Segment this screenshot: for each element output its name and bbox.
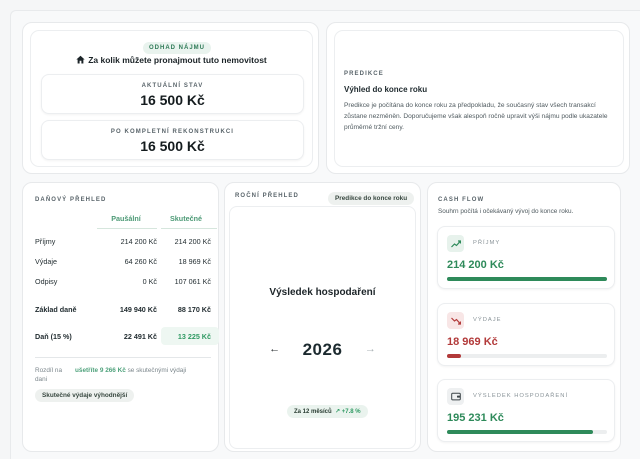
row-flat-value: 64 260 Kč [124,257,157,266]
rental-title: Za kolik můžete pronajmout tuto nemovito… [31,55,312,65]
tax-eyebrow: DAŇOVÝ PŘEHLED [35,197,107,203]
rental-estimate-card: ODHAD NÁJMU Za kolik můžete pronajmout t… [22,22,319,174]
expenses-progress-fill [447,354,462,358]
period-text: Za 12 měsíců [294,409,332,415]
saving-text: ušetříte 9 266 Kč se skutečnými výdaji [75,366,215,375]
annual-overview-card: ROČNÍ PŘEHLED Predikce do konce roku Výs… [224,182,421,452]
rental-title-text: Za kolik můžete pronajmout tuto nemovito… [88,55,267,65]
income-label: PŘÍJMY [473,240,501,246]
saving-rest: se skutečnými výdaji [125,367,187,374]
row-actual-value: 214 200 Kč [174,237,211,246]
row-actual-value: 88 170 Kč [177,305,211,314]
renovated-state-box: PO KOMPLETNÍ REKONSTRUKCI 16 500 Kč [41,120,304,160]
saving-label: Rozdíl na dani [35,367,62,383]
income-value: 214 200 Kč [447,259,504,271]
expenses-box: VÝDAJE 18 969 Kč [437,303,615,366]
annual-panel: Výsledek hospodaření ← 2026 → Za 12 měsí… [229,206,416,449]
table-row: Výdaje 64 260 Kč 18 969 Kč [35,257,211,273]
income-box: PŘÍJMY 214 200 Kč [437,226,615,289]
period-badge: Za 12 měsíců ↗ +7.8 % [287,405,368,418]
row-actual-value: 107 061 Kč [174,277,211,286]
expenses-label: VÝDAJE [473,317,502,323]
trend-up-icon [447,235,464,252]
prediction-text: Predikce je počítána do konce roku za př… [344,102,608,131]
tax-overview-card: DAŇOVÝ PŘEHLED Paušální Skutečné Příjmy … [22,182,219,452]
annual-prediction-badge: Predikce do konce roku [328,192,415,205]
trend-down-icon [447,312,464,329]
row-label: Daň (15 %) [35,332,72,341]
result-label: VÝSLEDEK HOSPODAŘENÍ [473,393,569,399]
next-year-arrow-icon[interactable]: → [365,343,376,355]
row-label: Základ daně [35,305,77,314]
current-state-value: 16 500 Kč [140,92,205,108]
rental-badge: ODHAD NÁJMU [143,42,211,54]
tax-divider [35,357,211,358]
period-delta: +7.8 % [341,409,361,415]
table-row: Základ daně 149 940 Kč 88 170 Kč [35,305,211,321]
table-row: Příjmy 214 200 Kč 214 200 Kč [35,237,211,253]
prev-year-arrow-icon[interactable]: ← [269,343,280,355]
cash-flow-card: CASH FLOW Souhrn počítá i očekávaný vývo… [427,182,621,452]
tax-recommendation-badge: Skutečné výdaje výhodnější [35,389,135,402]
year-switcher: ← 2026 → [230,340,415,360]
current-state-label: AKTUÁLNÍ STAV [141,83,204,89]
saving-amount: ušetříte 9 266 Kč [75,367,126,374]
row-label: Příjmy [35,237,56,246]
table-row: Odpisy 0 Kč 107 061 Kč [35,277,211,293]
expenses-value: 18 969 Kč [447,336,498,348]
col-flat-header: Paušální [111,214,141,223]
row-actual-value: 18 969 Kč [178,257,211,266]
home-icon [76,55,85,64]
row-flat-value: 0 Kč [142,277,157,286]
expenses-progress-track [447,354,607,358]
annual-eyebrow: ROČNÍ PŘEHLED [235,193,299,199]
row-flat-value: 149 940 Kč [119,305,157,314]
col-actual-header: Skutečné [170,214,202,223]
col-actual-underline [161,228,217,229]
col-flat-underline [97,228,157,229]
result-progress-track [447,430,607,434]
prediction-title: Výhled do konce roku [344,85,428,94]
trend-up-small-icon: ↗ [335,409,341,415]
wallet-icon [447,388,464,405]
year-value: 2026 [302,340,343,359]
table-row: Daň (15 %) 22 491 Kč 13 225 Kč [35,332,211,348]
row-actual-value: 13 225 Kč [177,332,211,341]
cash-subtitle: Souhrn počítá i očekávaný vývoj do konce… [438,208,574,215]
prediction-panel: PREDIKCE Výhled do konce roku Predikce j… [334,30,624,167]
tax-header-row: Paušální Skutečné [35,214,217,230]
renovated-state-label: PO KOMPLETNÍ REKONSTRUKCI [110,129,235,135]
current-state-box: AKTUÁLNÍ STAV 16 500 Kč [41,74,304,114]
income-progress-fill [447,277,607,281]
annual-result-title: Výsledek hospodaření [269,287,376,298]
row-flat-value: 214 200 Kč [120,237,157,246]
cash-eyebrow: CASH FLOW [438,197,485,203]
row-label: Odpisy [35,277,58,286]
renovated-state-value: 16 500 Kč [140,138,205,154]
result-box: VÝSLEDEK HOSPODAŘENÍ 195 231 Kč [437,379,615,442]
row-label: Výdaje [35,257,57,266]
rental-estimate-panel: ODHAD NÁJMU Za kolik můžete pronajmout t… [30,30,313,167]
prediction-card: PREDIKCE Výhled do konce roku Predikce j… [326,22,630,174]
result-value: 195 231 Kč [447,412,504,424]
row-flat-value: 22 491 Kč [123,332,157,341]
income-progress-track [447,277,607,281]
prediction-eyebrow: PREDIKCE [344,71,384,77]
result-progress-fill [447,430,593,434]
